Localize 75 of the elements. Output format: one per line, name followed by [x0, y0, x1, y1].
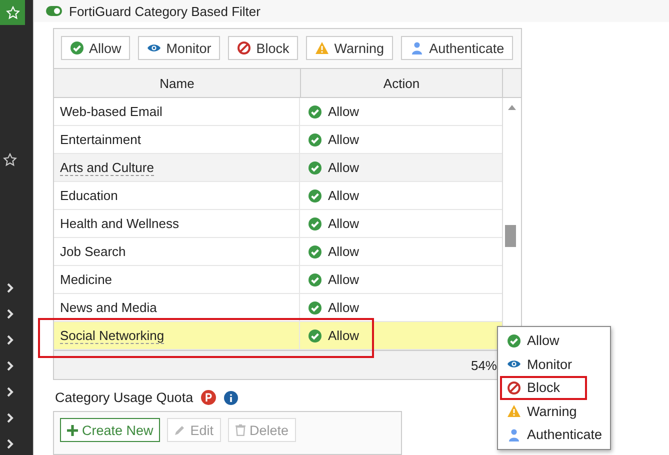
toggle-switch[interactable]: [46, 6, 62, 16]
chevron-right-icon[interactable]: [4, 335, 14, 345]
toolbar-button[interactable]: Create New: [60, 418, 160, 442]
table-row[interactable]: Arts and Culture Allow: [54, 154, 502, 182]
prohibited-icon: [507, 380, 521, 395]
category-name: Job Search: [60, 244, 126, 259]
action-value: Allow: [328, 272, 360, 287]
category-name: Arts and Culture: [60, 160, 154, 176]
pencil-icon: [174, 424, 186, 436]
action-value: Allow: [328, 216, 360, 231]
action-value: Allow: [328, 104, 360, 119]
check-circle-icon: [308, 300, 322, 314]
section-title: FortiGuard Category Based Filter: [69, 4, 260, 18]
check-circle-icon: [308, 132, 322, 146]
warning-icon: [315, 41, 330, 55]
warning-icon: [507, 404, 521, 418]
chevron-right-icon[interactable]: [4, 439, 14, 449]
category-name: News and Media: [60, 300, 157, 315]
check-circle-icon: [308, 328, 322, 342]
category-name: Medicine: [60, 272, 112, 287]
category-name: Entertainment: [60, 132, 141, 147]
check-circle-icon: [308, 216, 322, 230]
category-name: Web-based Email: [60, 104, 162, 119]
favorite-button[interactable]: [0, 0, 25, 25]
action-value: Allow: [328, 160, 360, 175]
action-button[interactable]: Monitor: [138, 36, 220, 60]
prohibited-icon: [237, 41, 252, 55]
chevron-right-icon[interactable]: [4, 283, 14, 293]
action-value: Allow: [328, 300, 360, 315]
p-badge-icon: [201, 390, 216, 405]
menu-item[interactable]: Monitor: [498, 352, 610, 376]
info-icon[interactable]: [224, 390, 238, 404]
star-icon[interactable]: [2, 153, 16, 167]
table-row[interactable]: Social Networking Allow: [54, 322, 502, 350]
quota-title: Category Usage Quota: [55, 390, 194, 405]
action-value: Allow: [328, 188, 360, 203]
menu-item[interactable]: Authenticate: [498, 423, 610, 446]
action-value: Allow: [328, 328, 360, 343]
action-button[interactable]: Allow: [61, 36, 130, 60]
action-button[interactable]: Authenticate: [401, 36, 514, 60]
user-icon: [410, 41, 424, 55]
plus-icon: [67, 424, 78, 436]
category-name: Education: [60, 188, 118, 203]
action-button[interactable]: Block: [228, 36, 298, 60]
chevron-right-icon[interactable]: [4, 361, 14, 371]
chevron-right-icon[interactable]: [4, 413, 14, 423]
star-icon: [6, 6, 20, 20]
menu-item[interactable]: Block: [498, 376, 610, 400]
check-circle-icon: [308, 272, 322, 286]
scrollbar-thumb[interactable]: [505, 225, 516, 247]
table-row[interactable]: Job Search Allow: [54, 238, 502, 266]
check-circle-icon: [308, 188, 322, 202]
check-circle-icon: [308, 160, 322, 174]
check-circle-icon: [507, 334, 521, 348]
check-circle-icon: [308, 244, 322, 258]
category-name: Social Networking: [60, 328, 164, 344]
chevron-right-icon[interactable]: [4, 387, 14, 397]
table-row[interactable]: Web-based Email Allow: [54, 98, 502, 126]
action-button[interactable]: Warning: [306, 36, 394, 60]
category-name: Health and Wellness: [60, 216, 179, 231]
trash-icon: [234, 424, 246, 436]
action-value: Allow: [328, 244, 360, 259]
table-row[interactable]: Medicine Allow: [54, 266, 502, 294]
check-circle-icon: [70, 41, 84, 55]
column-header[interactable]: Name: [54, 69, 301, 97]
table-row[interactable]: Education Allow: [54, 182, 502, 210]
action-value: Allow: [328, 132, 360, 147]
percentage-text: 54%: [470, 358, 497, 372]
user-icon: [507, 428, 521, 442]
chevron-right-icon[interactable]: [4, 309, 14, 319]
scroll-up-icon[interactable]: [508, 105, 516, 110]
table-row[interactable]: Health and Wellness Allow: [54, 210, 502, 238]
menu-item[interactable]: Warning: [498, 400, 610, 423]
column-header[interactable]: Action: [301, 69, 503, 97]
check-circle-icon: [308, 104, 322, 118]
